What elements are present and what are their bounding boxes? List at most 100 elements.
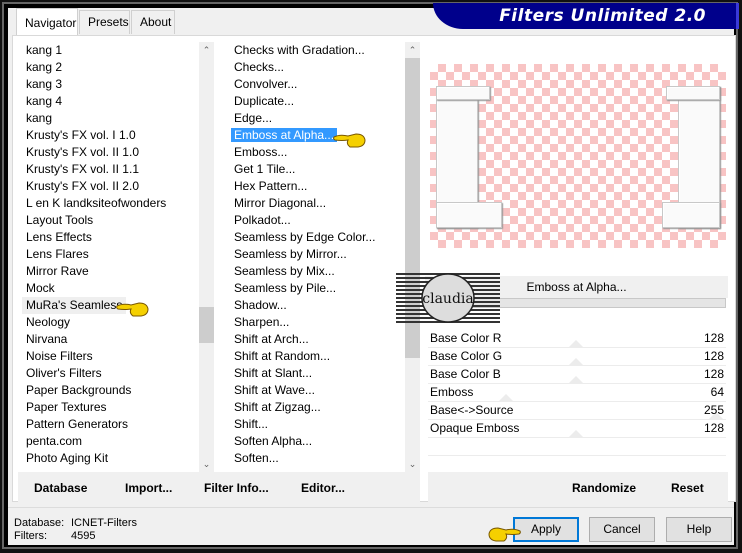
tab-presets[interactable]: Presets — [79, 10, 130, 34]
list-item[interactable]: Seamless by Mirror... — [230, 246, 404, 263]
list-item[interactable]: Get 1 Tile... — [230, 161, 404, 178]
slider-thumb[interactable] — [499, 394, 513, 401]
list-item[interactable]: Seamless by Mix... — [230, 263, 404, 280]
list-item[interactable]: kang 2 — [22, 59, 198, 76]
list-item[interactable]: Convolver... — [230, 76, 404, 93]
list-item[interactable]: Hex Pattern... — [230, 178, 404, 195]
list-item[interactable]: Mock — [22, 280, 198, 297]
list-item[interactable]: Edge... — [230, 110, 404, 127]
list-item-label: Krusty's FX vol. II 2.0 — [26, 179, 139, 193]
list-item-label: MuRa's Seamless — [26, 298, 123, 312]
param-value: 64 — [710, 385, 724, 399]
tab-label: About — [140, 15, 172, 29]
reset-label: Reset — [671, 481, 704, 495]
list-item[interactable]: L en K landksiteofwonders — [22, 195, 198, 212]
list-item[interactable]: Emboss at Alpha... — [230, 127, 404, 144]
list-item[interactable]: Shadow... — [230, 297, 404, 314]
list-item[interactable]: kang — [22, 110, 198, 127]
scroll-down-icon[interactable]: ⌄ — [199, 456, 214, 472]
param-slider[interactable]: Base<->Source 255 — [428, 402, 726, 420]
param-slider[interactable]: Base Color R 128 — [428, 330, 726, 348]
list-item[interactable]: Soften Alpha... — [230, 433, 404, 450]
list-item[interactable]: kang 3 — [22, 76, 198, 93]
cancel-label: Cancel — [603, 522, 641, 536]
help-button[interactable]: Help — [666, 517, 732, 542]
list-item-label: Polkadot... — [234, 213, 291, 227]
filter-info-button[interactable]: Filter Info... — [204, 481, 269, 495]
list-item[interactable]: Checks... — [230, 59, 404, 76]
randomize-button[interactable]: Randomize — [572, 481, 636, 495]
list-item[interactable]: Photo Aging Kit — [22, 450, 198, 467]
list-item-label: Paper Backgrounds — [26, 383, 132, 397]
app-title: Filters Unlimited 2.0 — [499, 6, 706, 26]
list-item-label: Photo Aging Kit — [26, 451, 109, 465]
list-item[interactable]: Noise Filters — [22, 348, 198, 365]
slider-thumb[interactable] — [569, 430, 583, 437]
param-slider[interactable]: Base Color G 128 — [428, 348, 726, 366]
list-item[interactable]: Krusty's FX vol. II 1.1 — [22, 161, 198, 178]
apply-button[interactable]: Apply — [513, 517, 579, 542]
list-item[interactable]: MuRa's Seamless — [22, 297, 127, 314]
list-item[interactable]: Checks with Gradation... — [230, 42, 404, 59]
reset-button[interactable]: Reset — [671, 481, 704, 495]
list-item[interactable]: Paper Backgrounds — [22, 382, 198, 399]
param-slider[interactable]: Opaque Emboss 128 — [428, 420, 726, 438]
list-item[interactable]: Nirvana — [22, 331, 198, 348]
editor-button[interactable]: Editor... — [301, 481, 345, 495]
tab-navigator[interactable]: Navigator — [16, 8, 78, 36]
list-item[interactable]: Seamless by Pile... — [230, 280, 404, 297]
list-item[interactable]: kang 4 — [22, 93, 198, 110]
slider-thumb[interactable] — [569, 340, 583, 347]
list-item-label: kang 2 — [26, 60, 63, 74]
list-item[interactable]: Mirror Diagonal... — [230, 195, 404, 212]
list-item[interactable]: Shift at Slant... — [230, 365, 404, 382]
list-item-label: Oliver's Filters — [26, 366, 102, 380]
slider-thumb[interactable] — [569, 376, 583, 383]
import-button[interactable]: Import... — [125, 481, 172, 495]
list-item[interactable]: Neology — [22, 314, 198, 331]
list-item[interactable]: Shift... — [230, 416, 404, 433]
list-item[interactable]: Polkadot... — [230, 212, 404, 229]
category-scrollbar[interactable]: ⌃ ⌄ — [199, 42, 214, 472]
list-item[interactable]: Oliver's Filters — [22, 365, 198, 382]
filter-list[interactable]: Checks with Gradation... Checks... Convolv… — [230, 42, 404, 469]
param-slider[interactable]: Base Color B 128 — [428, 366, 726, 384]
list-item[interactable]: Seamless by Edge Color... — [230, 229, 404, 246]
database-status-label: Database: — [14, 517, 65, 529]
database-button[interactable]: Database — [34, 481, 87, 495]
list-item[interactable]: Emboss... — [230, 144, 404, 161]
list-item[interactable]: Duplicate... — [230, 93, 404, 110]
status-filters: Filters: 4595 — [14, 530, 95, 542]
list-item[interactable]: Krusty's FX vol. I 1.0 — [22, 127, 198, 144]
list-item[interactable]: Shift at Random... — [230, 348, 404, 365]
list-item[interactable]: Krusty's FX vol. II 1.0 — [22, 144, 198, 161]
list-item[interactable]: Lens Effects — [22, 229, 198, 246]
list-item[interactable]: Mirror Rave — [22, 263, 198, 280]
category-list[interactable]: kang 1 kang 2 kang 3 kang 4 kang Krusty's FX … — [22, 42, 198, 469]
list-item[interactable]: Layout Tools — [22, 212, 198, 229]
list-item[interactable]: Shift at Zigzag... — [230, 399, 404, 416]
list-item[interactable]: kang 1 — [22, 42, 198, 59]
param-slider[interactable]: Emboss 64 — [428, 384, 726, 402]
scroll-down-icon[interactable]: ⌄ — [405, 456, 420, 472]
emboss-shape — [662, 202, 720, 228]
cancel-button[interactable]: Cancel — [589, 517, 655, 542]
list-item[interactable]: Krusty's FX vol. II 2.0 — [22, 178, 198, 195]
filter-scrollbar[interactable]: ⌃ ⌄ — [405, 42, 420, 472]
scroll-up-icon[interactable]: ⌃ — [199, 42, 214, 58]
filters-status-value: 4595 — [71, 530, 96, 542]
scroll-up-icon[interactable]: ⌃ — [405, 42, 420, 58]
list-item[interactable]: Pattern Generators — [22, 416, 198, 433]
tab-about[interactable]: About — [131, 10, 175, 34]
list-item-label: Nirvana — [26, 332, 68, 346]
list-item[interactable]: Sharpen... — [230, 314, 404, 331]
list-item[interactable]: Shift at Arch... — [230, 331, 404, 348]
list-item[interactable]: penta.com — [22, 433, 198, 450]
list-item[interactable]: Lens Flares — [22, 246, 198, 263]
scrollbar-thumb[interactable] — [199, 307, 214, 343]
list-item[interactable]: Shift at Wave... — [230, 382, 404, 399]
slider-thumb[interactable] — [569, 358, 583, 365]
list-item[interactable]: Soften... — [230, 450, 404, 467]
list-item-label: Mirror Diagonal... — [234, 196, 327, 210]
list-item[interactable]: Paper Textures — [22, 399, 198, 416]
